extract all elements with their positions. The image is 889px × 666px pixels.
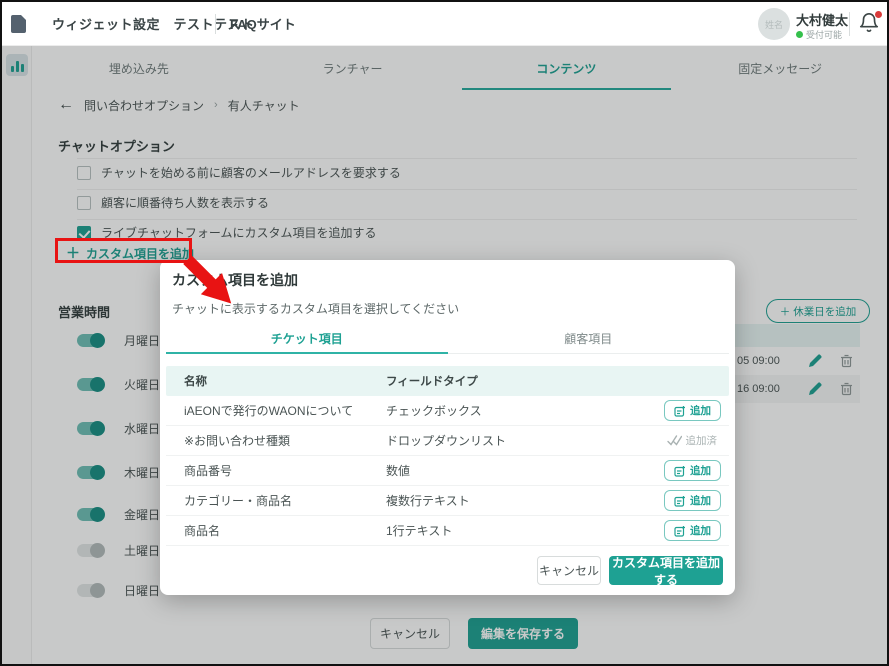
field-type: 1行テキスト <box>386 522 664 539</box>
field-name: iAEONで発行のWAONについて <box>184 402 386 419</box>
field-type: 複数行テキスト <box>386 492 664 509</box>
add-field-label: 追加 <box>690 403 711 418</box>
add-field-label: 追加 <box>690 523 711 538</box>
field-name: ※お問い合わせ種類 <box>184 432 386 449</box>
table-header-row: 名称 フィールドタイプ <box>166 366 729 396</box>
table-row: ※お問い合わせ種類 ドロップダウンリスト 追加済 <box>166 426 729 456</box>
field-name: カテゴリー・商品名 <box>184 492 386 509</box>
user-status-label: 受付可能 <box>806 28 842 41</box>
table-row: iAEONで発行のWAONについて チェックボックス 追加 <box>166 396 729 426</box>
table-row: 商品名 1行テキスト 追加 <box>166 516 729 546</box>
app-window: ウィジェット設定 テストテスト FAQサイト 姓名 大村健太 受付可能 埋め込み… <box>0 0 889 666</box>
add-field-button[interactable]: 追加 <box>664 400 721 421</box>
column-header-name: 名称 <box>184 373 386 389</box>
card-plus-icon <box>674 495 686 507</box>
add-field-button[interactable]: 追加 <box>664 520 721 541</box>
field-type: 数値 <box>386 462 664 479</box>
faq-site-link[interactable]: FAQサイト <box>230 14 296 33</box>
added-status: 追加済 <box>667 433 718 448</box>
table-row: 商品番号 数値 追加 <box>166 456 729 486</box>
modal-cancel-button[interactable]: キャンセル <box>537 556 601 585</box>
card-plus-icon <box>674 525 686 537</box>
table-row: カテゴリー・商品名 複数行テキスト 追加 <box>166 486 729 516</box>
card-plus-icon <box>674 405 686 417</box>
top-header: ウィジェット設定 テストテスト FAQサイト 姓名 大村健太 受付可能 <box>2 2 887 46</box>
document-icon[interactable] <box>11 15 26 38</box>
add-field-button[interactable]: 追加 <box>664 460 721 481</box>
double-check-icon <box>667 435 682 446</box>
user-status: 受付可能 <box>796 28 842 41</box>
tab-ticket-fields[interactable]: チケット項目 <box>166 324 448 353</box>
notification-badge <box>874 10 883 19</box>
header-divider <box>215 14 216 34</box>
modal-subtitle: チャットに表示するカスタム項目を選択してください <box>172 300 459 317</box>
add-field-button[interactable]: 追加 <box>664 490 721 511</box>
field-type: チェックボックス <box>386 402 664 419</box>
modal-title: カスタム項目を追加 <box>172 270 298 290</box>
page-title: ウィジェット設定 テストテスト <box>52 14 255 33</box>
modal-submit-button[interactable]: カスタム項目を追加する <box>609 556 723 585</box>
header-divider <box>849 12 850 36</box>
add-custom-field-modal: カスタム項目を追加 チャットに表示するカスタム項目を選択してください チケット項… <box>160 260 735 595</box>
user-name: 大村健太 <box>796 10 848 29</box>
add-field-label: 追加 <box>690 463 711 478</box>
bell-icon[interactable] <box>858 12 882 36</box>
modal-tabbar: チケット項目 顧客項目 <box>166 324 729 354</box>
tab-customer-fields[interactable]: 顧客項目 <box>448 324 730 353</box>
field-name: 商品名 <box>184 522 386 539</box>
add-field-label: 追加 <box>690 493 711 508</box>
status-dot-icon <box>796 31 803 38</box>
card-plus-icon <box>674 465 686 477</box>
field-name: 商品番号 <box>184 462 386 479</box>
field-type: ドロップダウンリスト <box>386 432 667 449</box>
column-header-type: フィールドタイプ <box>386 373 478 389</box>
avatar[interactable]: 姓名 <box>758 8 790 40</box>
added-label: 追加済 <box>686 433 718 448</box>
